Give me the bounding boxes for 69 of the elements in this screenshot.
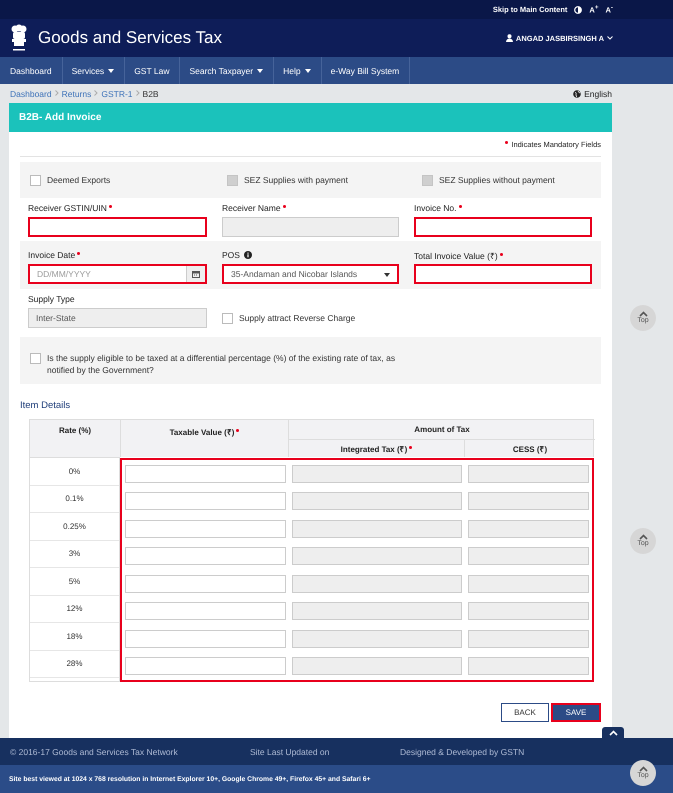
breadcrumb-link[interactable]: Dashboard <box>10 88 52 98</box>
language-selector[interactable]: English <box>573 88 612 98</box>
separator-icon <box>54 90 59 98</box>
footer-text: © 2016-17 Goods and Services Tax Network <box>10 746 179 756</box>
column-header: CESS (₹) <box>512 444 548 454</box>
input-field[interactable] <box>28 217 207 237</box>
checkbox-label: Deemed Exports <box>47 175 110 185</box>
caret-icon <box>304 68 311 72</box>
field-label: Invoice No. <box>414 203 462 213</box>
scroll-up-tab[interactable] <box>602 727 624 738</box>
back-button[interactable]: BACK <box>501 703 549 722</box>
nav-item[interactable]: Help <box>274 57 322 84</box>
caret-icon <box>257 68 264 72</box>
chevron-up-icon <box>638 766 648 772</box>
checkbox-label: Is the supply eligible to be taxed at a differential percentage (%) of the existing rate of tax, as notified by the Government? <box>47 352 396 376</box>
separator-icon <box>136 90 140 98</box>
card-title: B2B- Add Invoice <box>9 103 612 132</box>
save-button[interactable]: SAVE <box>551 703 601 722</box>
nav-item[interactable]: GST Law <box>125 57 180 84</box>
calendar-icon[interactable] <box>192 270 200 278</box>
rate-cell: 3% <box>30 540 119 568</box>
input-field[interactable] <box>414 217 592 237</box>
nav-item[interactable]: Services <box>62 57 126 84</box>
nav-item[interactable]: Search Taxpayer <box>180 57 274 84</box>
column-header: Amount of Tax <box>289 420 595 440</box>
footer-text: Designed & Developed by GSTN <box>400 746 526 756</box>
rate-cell: 0.1% <box>30 486 119 513</box>
caret-icon <box>384 273 390 277</box>
field-label: Supply Type <box>28 294 75 304</box>
globe-icon <box>573 90 582 98</box>
footer-text: Site Last Updated on <box>250 746 330 756</box>
nav-item[interactable]: e-Way Bill System <box>322 57 410 84</box>
chevron-down-icon <box>607 36 613 40</box>
rate-cell: 0% <box>30 458 119 486</box>
checkbox-label: SEZ Supplies with payment <box>244 175 348 185</box>
chevron-up-icon <box>608 730 618 736</box>
field-label: POS <box>222 250 240 260</box>
rate-cell: 28% <box>30 650 119 678</box>
contrast-icon[interactable] <box>574 6 582 14</box>
field-label: Invoice Date <box>28 250 80 260</box>
nav-item[interactable]: Dashboard <box>1 57 63 84</box>
separator-icon <box>94 90 98 98</box>
column-header: Taxable Value (₹) <box>170 426 240 437</box>
column-header: Rate (%) <box>30 420 121 457</box>
select-field[interactable]: 35-Andaman and Nicobar Islands <box>222 264 399 284</box>
required-dot <box>505 140 508 144</box>
input-field[interactable] <box>414 264 592 284</box>
site-title: Goods and Services Tax <box>38 28 222 48</box>
emblem-icon <box>9 23 29 53</box>
checkbox-label: Supply attract Reverse Charge <box>239 313 356 323</box>
rate-cell: 18% <box>30 623 119 650</box>
checkbox[interactable] <box>222 312 233 324</box>
column-header: Integrated Tax (₹) <box>340 443 412 454</box>
chevron-up-icon <box>638 534 648 540</box>
breadcrumb-link[interactable]: GSTR-1 <box>101 88 133 98</box>
section-title: Item Details <box>20 400 72 411</box>
rate-cell: 0.25% <box>30 513 119 540</box>
breadcrumb-link[interactable]: Returns <box>62 88 92 98</box>
rate-cell: 12% <box>30 596 119 623</box>
checkbox-label: SEZ Supplies without payment <box>439 175 555 185</box>
user-icon <box>506 34 513 42</box>
field-label: Receiver Name <box>222 203 286 213</box>
rate-cell: 5% <box>30 568 119 596</box>
checkbox[interactable] <box>30 174 41 186</box>
field-label: Receiver GSTIN/UIN <box>28 203 112 213</box>
caret-icon <box>108 68 114 72</box>
field-label: Total Invoice Value (₹) <box>414 250 503 260</box>
chevron-up-icon <box>638 311 648 317</box>
checkbox[interactable] <box>30 353 41 364</box>
